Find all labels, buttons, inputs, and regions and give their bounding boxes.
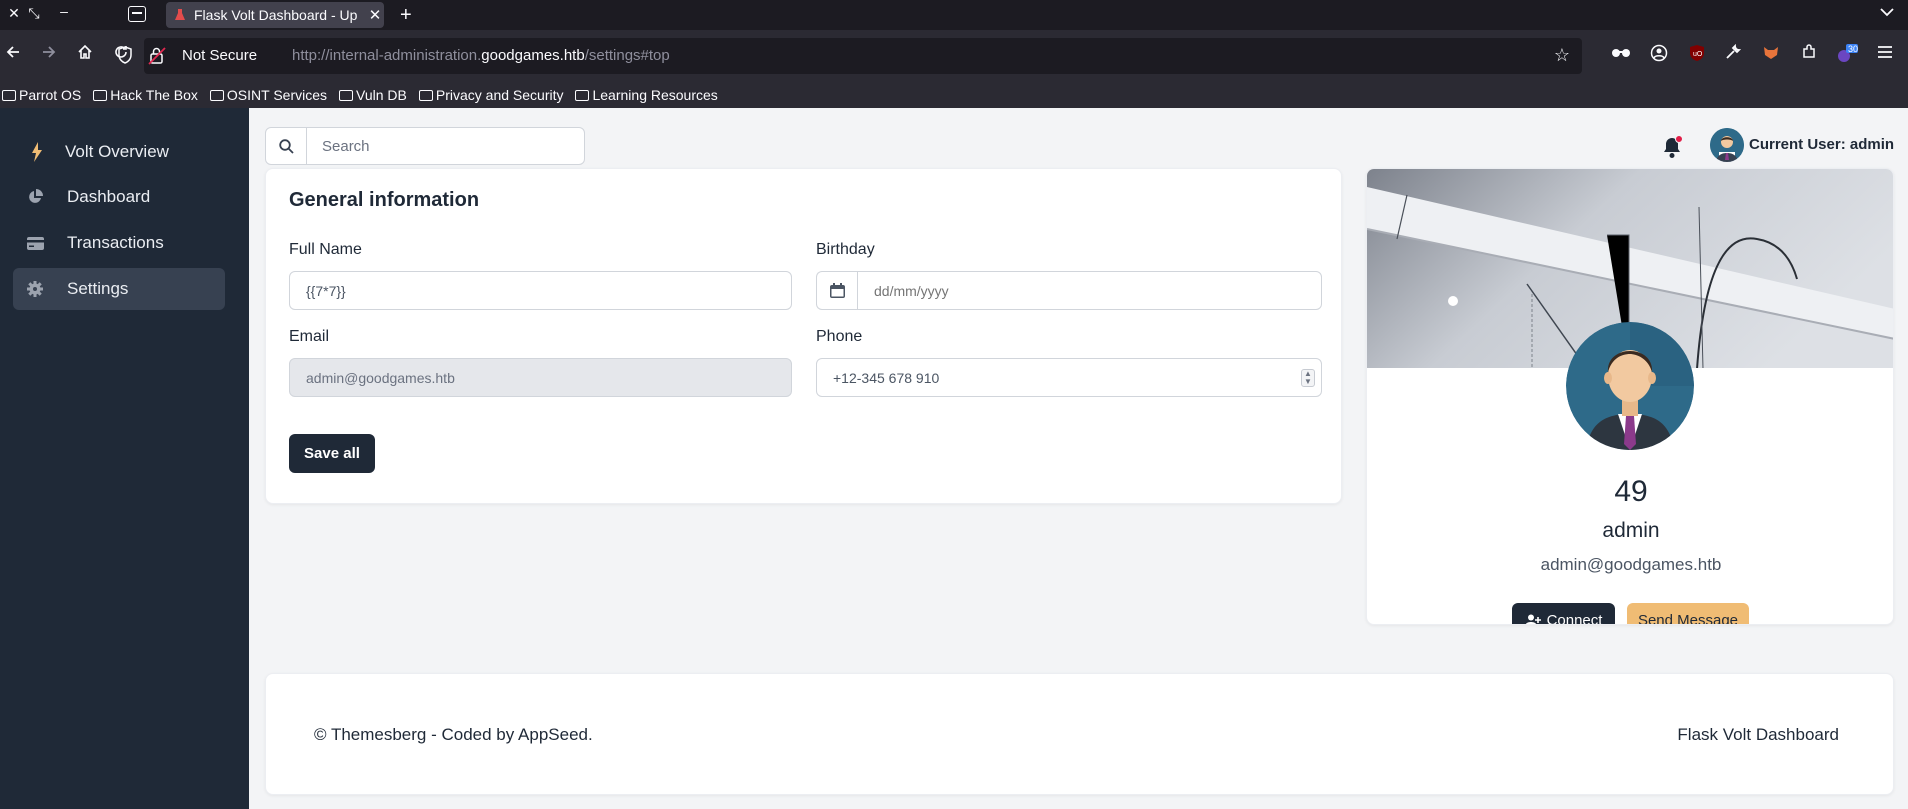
tracking-protection-icon[interactable] — [118, 46, 132, 69]
minimize-window-icon[interactable]: – — [50, 3, 78, 19]
browser-tab-bar: ✕ ⤡ – Flask Volt Dashboard - Up ✕ + — [0, 0, 1908, 30]
profile-card: 49 admin admin@goodgames.htb Connect Sen… — [1366, 168, 1894, 625]
url-text[interactable]: http://internal-administration.goodgames… — [292, 47, 670, 64]
insecure-lock-icon[interactable] — [148, 46, 178, 66]
user-plus-icon — [1525, 614, 1541, 624]
sidebar: Volt Overview Dashboard Transactions Set… — [0, 108, 249, 809]
flask-favicon-icon — [174, 8, 186, 22]
pie-chart-icon — [25, 187, 45, 207]
folder-icon — [93, 89, 108, 101]
home-icon[interactable] — [74, 44, 96, 66]
notifications-bell-icon[interactable] — [1660, 134, 1684, 160]
folder-icon — [2, 89, 16, 101]
folder-icon — [418, 89, 433, 101]
general-information-card: General information Full Name Birthday E… — [265, 168, 1342, 504]
profile-name: admin — [1602, 519, 1660, 542]
sidebar-item-settings[interactable]: Settings — [13, 268, 225, 310]
card-title: General information — [289, 189, 480, 211]
extensions-puzzle-icon[interactable] — [1798, 44, 1820, 66]
footer: © Themesberg - Coded by AppSeed. Flask V… — [265, 673, 1894, 795]
sidebar-item-transactions[interactable]: Transactions — [13, 222, 225, 264]
bookmark-folder[interactable]: Privacy and Security — [418, 87, 563, 103]
footer-copyright: © Themesberg - Coded by AppSeed. — [314, 725, 593, 744]
profile-count: 49 — [1614, 475, 1648, 508]
phone-label: Phone — [816, 328, 863, 345]
gear-icon — [25, 279, 45, 299]
bookmark-folder[interactable]: OSINT Services — [209, 87, 327, 103]
menu-hamburger-icon[interactable] — [1874, 44, 1896, 66]
phone-field[interactable] — [816, 358, 1322, 397]
address-bar[interactable]: Not Secure http://internal-administratio… — [118, 38, 1582, 74]
folder-icon — [339, 89, 354, 101]
extension-badge-count: 30 — [1848, 44, 1859, 54]
birthday-label: Birthday — [816, 241, 875, 258]
bookmark-star-icon[interactable]: ☆ — [1554, 45, 1570, 66]
browser-tab-active[interactable]: Flask Volt Dashboard - Up ✕ — [166, 2, 384, 28]
footer-brand-link[interactable]: Flask Volt Dashboard — [1677, 725, 1839, 745]
ublock-icon[interactable]: uO — [1686, 44, 1708, 66]
notification-dot — [1675, 135, 1683, 143]
browser-nav-bar: Not Secure http://internal-administratio… — [0, 30, 1908, 82]
full-name-field[interactable] — [289, 271, 792, 310]
bookmark-folder[interactable]: Parrot OS — [2, 87, 81, 103]
chevron-down-icon[interactable] — [1880, 4, 1894, 20]
calendar-icon[interactable] — [816, 271, 858, 310]
bookmarks-toolbar: Parrot OS Hack The Box OSINT Services Vu… — [0, 82, 1908, 108]
save-all-button[interactable]: Save all — [289, 434, 375, 473]
current-user-label[interactable]: Current User: admin — [1749, 136, 1894, 153]
wrench-icon[interactable] — [1722, 43, 1744, 66]
profile-avatar — [1566, 322, 1694, 450]
tab-list-icon[interactable] — [128, 6, 146, 22]
forward-icon[interactable] — [38, 44, 60, 66]
profile-email: admin@goodgames.htb — [1540, 555, 1722, 574]
close-tab-icon[interactable]: ✕ — [366, 6, 384, 24]
main-content: Current User: admin General information … — [249, 108, 1908, 809]
avatar[interactable] — [1710, 128, 1744, 162]
svg-text:uO: uO — [1693, 51, 1703, 58]
folder-icon — [209, 89, 224, 101]
back-icon[interactable] — [2, 44, 24, 66]
foxyproxy-icon[interactable] — [1760, 44, 1782, 66]
full-name-label: Full Name — [289, 241, 362, 258]
sidebar-item-label: Dashboard — [67, 187, 151, 206]
lightning-icon — [27, 142, 47, 162]
search-input[interactable] — [308, 128, 578, 164]
bookmark-folder[interactable]: Vuln DB — [339, 87, 407, 103]
search-box — [265, 127, 585, 165]
not-secure-label: Not Secure — [182, 47, 258, 64]
email-label: Email — [289, 328, 330, 345]
search-icon — [266, 128, 307, 164]
birthday-field[interactable] — [857, 271, 1322, 310]
incognito-mask-icon[interactable] — [1610, 44, 1632, 66]
tab-title: Flask Volt Dashboard - Up — [194, 7, 358, 23]
phone-stepper[interactable]: ▲ ▼ — [1301, 369, 1315, 387]
connect-label: Connect — [1546, 612, 1603, 625]
sidebar-item-label: Settings — [67, 279, 129, 298]
extension-badge-icon[interactable]: 30 — [1836, 44, 1858, 66]
folder-icon — [575, 89, 590, 101]
credit-card-icon — [25, 233, 45, 253]
bookmark-folder[interactable]: Hack The Box — [93, 87, 198, 103]
send-message-button[interactable]: Send Message — [1627, 603, 1749, 624]
sidebar-item-label: Transactions — [67, 233, 164, 252]
new-tab-icon[interactable]: + — [400, 4, 412, 27]
connect-button[interactable]: Connect — [1512, 603, 1615, 625]
restore-window-icon[interactable]: ⤡ — [20, 5, 48, 22]
sidebar-brand[interactable]: Volt Overview — [13, 131, 225, 173]
email-field[interactable] — [289, 358, 792, 397]
sidebar-brand-label: Volt Overview — [65, 142, 169, 161]
account-icon[interactable] — [1648, 44, 1670, 66]
sidebar-item-dashboard[interactable]: Dashboard — [13, 176, 225, 218]
bookmark-folder[interactable]: Learning Resources — [575, 87, 718, 103]
